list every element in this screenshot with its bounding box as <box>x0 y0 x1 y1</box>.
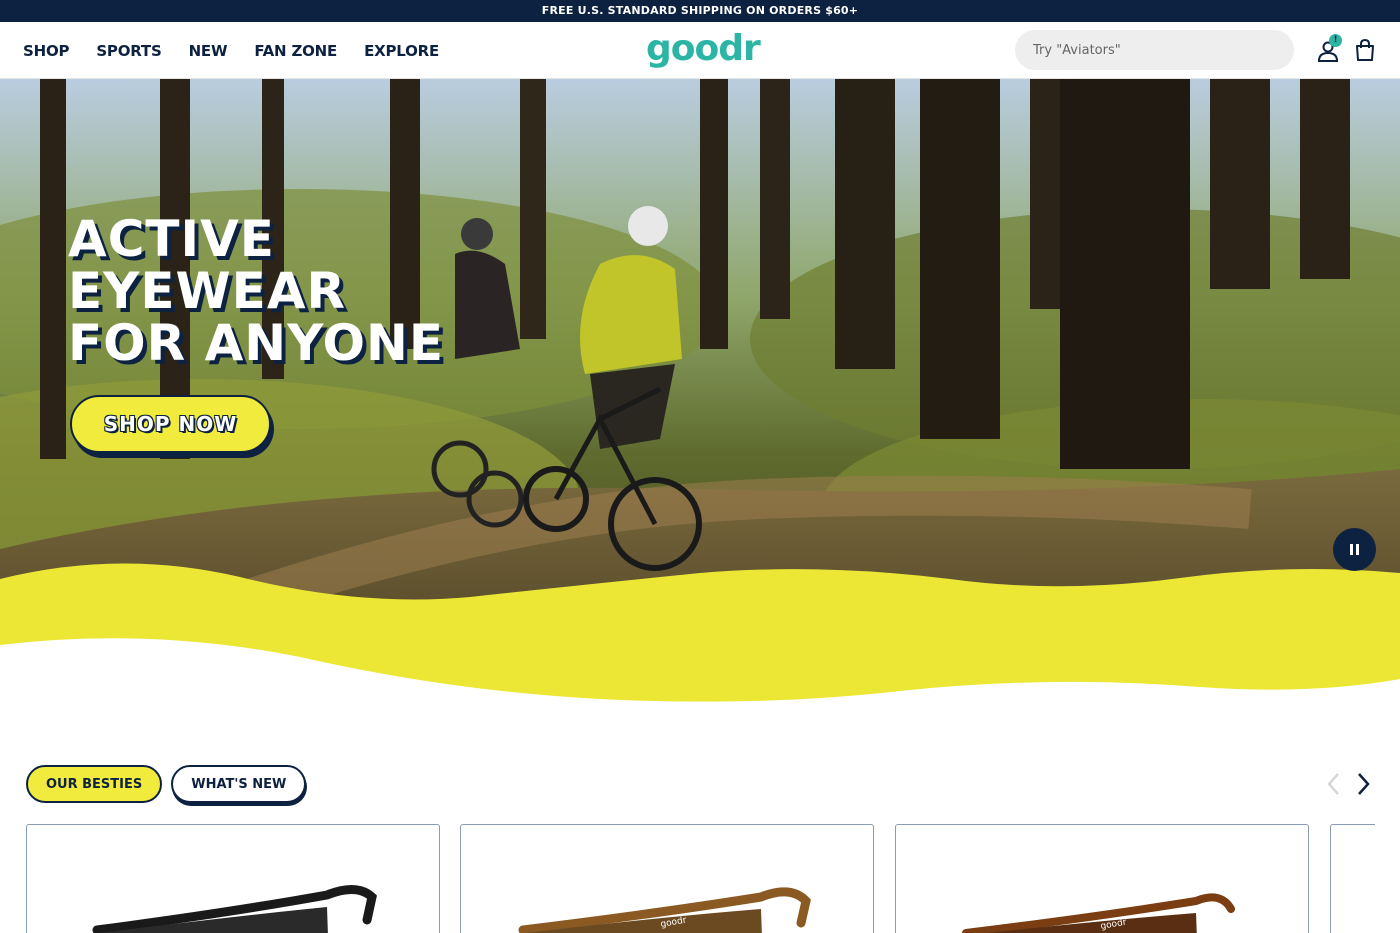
pause-icon-bar <box>1350 544 1353 555</box>
pause-icon-bar <box>1356 544 1359 555</box>
nav-item-shop[interactable]: SHOP <box>23 42 70 60</box>
tab-our-besties[interactable]: OUR BESTIES <box>26 765 163 803</box>
carousel-next-button[interactable] <box>1352 770 1376 798</box>
nav-item-fan-zone[interactable]: FAN ZONE <box>254 42 337 60</box>
sunglasses-image: goodr <box>962 893 1235 933</box>
shop-now-button[interactable]: SHOP NOW <box>70 395 271 453</box>
hero-banner: ACTIVE EYEWEAR FOR ANYONE SHOP NOW <box>0 79 1400 704</box>
product-card[interactable] <box>26 824 440 933</box>
site-header: SHOP SPORTS NEW FAN ZONE EXPLORE goodr ! <box>0 22 1400 79</box>
chevron-right-icon <box>1358 773 1370 795</box>
cart-button[interactable] <box>1353 36 1379 64</box>
product-carousel: goodr goodr <box>26 824 1375 933</box>
carousel-prev-button[interactable] <box>1322 770 1346 798</box>
main-nav: SHOP SPORTS NEW FAN ZONE EXPLORE <box>23 22 439 79</box>
account-alert-badge: ! <box>1329 34 1342 47</box>
hero-title-line: FOR ANYONE <box>68 314 445 372</box>
shopping-bag-icon <box>1356 38 1374 61</box>
nav-item-new[interactable]: NEW <box>189 42 228 60</box>
hero-title-line: ACTIVE <box>68 210 275 268</box>
hero-video-background <box>0 79 1400 704</box>
hero-title-line: EYEWEAR <box>68 262 347 320</box>
nav-item-sports[interactable]: SPORTS <box>96 42 161 60</box>
nav-item-explore[interactable]: EXPLORE <box>364 42 439 60</box>
announcement-bar: FREE U.S. STANDARD SHIPPING ON ORDERS $6… <box>0 0 1400 22</box>
sunglasses-image: goodr <box>518 887 811 933</box>
tab-whats-new[interactable]: WHAT'S NEW <box>171 765 307 803</box>
account-button[interactable]: ! <box>1316 34 1342 64</box>
video-pause-button[interactable] <box>1333 528 1376 571</box>
hero-title: ACTIVE EYEWEAR FOR ANYONE <box>68 213 588 369</box>
sunglasses-image <box>92 885 377 933</box>
product-tabs: OUR BESTIES WHAT'S NEW <box>26 765 307 803</box>
goodr-logo[interactable]: goodr <box>646 27 761 71</box>
product-card[interactable]: goodr <box>460 824 874 933</box>
chevron-left-icon <box>1327 773 1339 795</box>
search-input[interactable] <box>1015 30 1294 70</box>
product-card[interactable]: goodr <box>895 824 1309 933</box>
product-card[interactable] <box>1330 824 1375 933</box>
